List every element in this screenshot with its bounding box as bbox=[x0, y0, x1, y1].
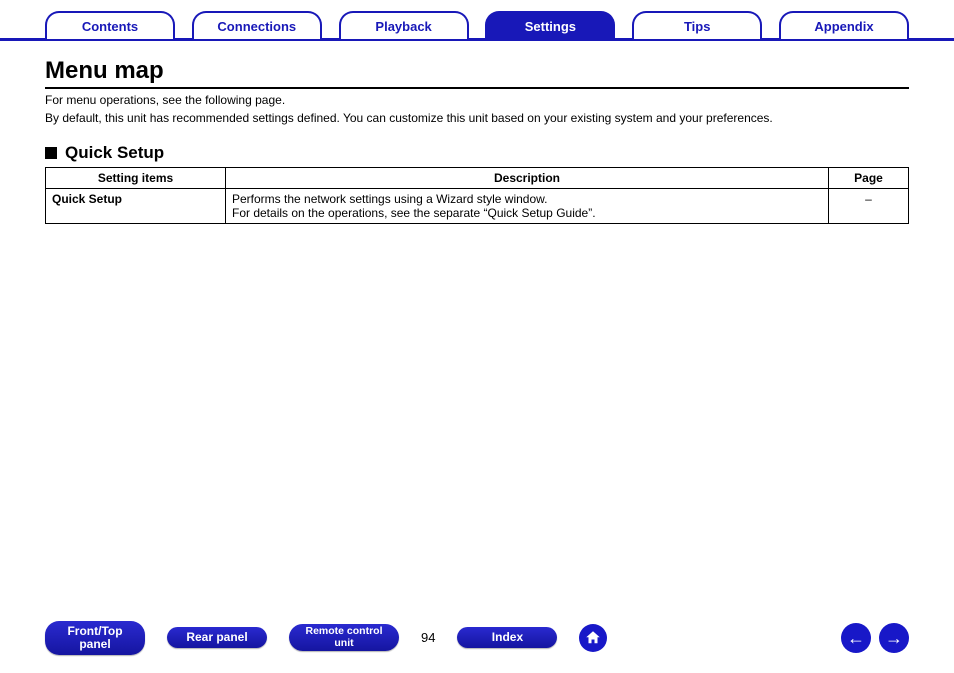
page-number: 94 bbox=[421, 630, 435, 645]
nav-arrows: ← → bbox=[841, 623, 909, 653]
prev-page-button[interactable]: ← bbox=[841, 623, 871, 653]
rear-panel-button[interactable]: Rear panel bbox=[167, 627, 267, 648]
remote-control-button[interactable]: Remote control unit bbox=[289, 624, 399, 651]
cell-page: – bbox=[829, 189, 909, 224]
front-top-l2: panel bbox=[79, 637, 110, 651]
tab-settings[interactable]: Settings bbox=[485, 11, 615, 39]
th-page: Page bbox=[829, 168, 909, 189]
cell-description: Performs the network settings using a Wi… bbox=[226, 189, 829, 224]
intro-line1: For menu operations, see the following p… bbox=[45, 93, 909, 107]
th-description: Description bbox=[226, 168, 829, 189]
intro-text: For menu operations, see the following p… bbox=[45, 93, 909, 125]
page-title: Menu map bbox=[45, 57, 909, 89]
tab-connections[interactable]: Connections bbox=[192, 11, 322, 39]
table-header-row: Setting items Description Page bbox=[46, 168, 909, 189]
desc-line2: For details on the operations, see the s… bbox=[232, 206, 596, 220]
table-row: Quick Setup Performs the network setting… bbox=[46, 189, 909, 224]
arrow-right-icon: → bbox=[885, 629, 903, 647]
front-top-l1: Front/Top bbox=[67, 624, 122, 638]
settings-table: Setting items Description Page Quick Set… bbox=[45, 167, 909, 224]
main-content: Menu map For menu operations, see the fo… bbox=[0, 41, 954, 224]
tab-appendix[interactable]: Appendix bbox=[779, 11, 909, 39]
remote-l2: unit bbox=[334, 637, 353, 649]
next-page-button[interactable]: → bbox=[879, 623, 909, 653]
cell-setting-item: Quick Setup bbox=[46, 189, 226, 224]
desc-line1: Performs the network settings using a Wi… bbox=[232, 192, 547, 206]
remote-l1: Remote control bbox=[305, 625, 382, 637]
arrow-left-icon: ← bbox=[847, 629, 865, 647]
index-button[interactable]: Index bbox=[457, 627, 557, 648]
tab-contents[interactable]: Contents bbox=[45, 11, 175, 39]
tab-tips[interactable]: Tips bbox=[632, 11, 762, 39]
section-heading: Quick Setup bbox=[45, 143, 909, 163]
intro-line2: By default, this unit has recommended se… bbox=[45, 111, 909, 125]
home-icon[interactable] bbox=[579, 624, 607, 652]
th-setting-items: Setting items bbox=[46, 168, 226, 189]
tab-playback[interactable]: Playback bbox=[339, 11, 469, 39]
footer-bar: Front/Top panel Rear panel Remote contro… bbox=[0, 621, 954, 655]
top-tabs: Contents Connections Playback Settings T… bbox=[0, 0, 954, 41]
square-bullet-icon bbox=[45, 147, 57, 159]
section-heading-label: Quick Setup bbox=[65, 143, 164, 163]
front-top-panel-button[interactable]: Front/Top panel bbox=[45, 621, 145, 655]
